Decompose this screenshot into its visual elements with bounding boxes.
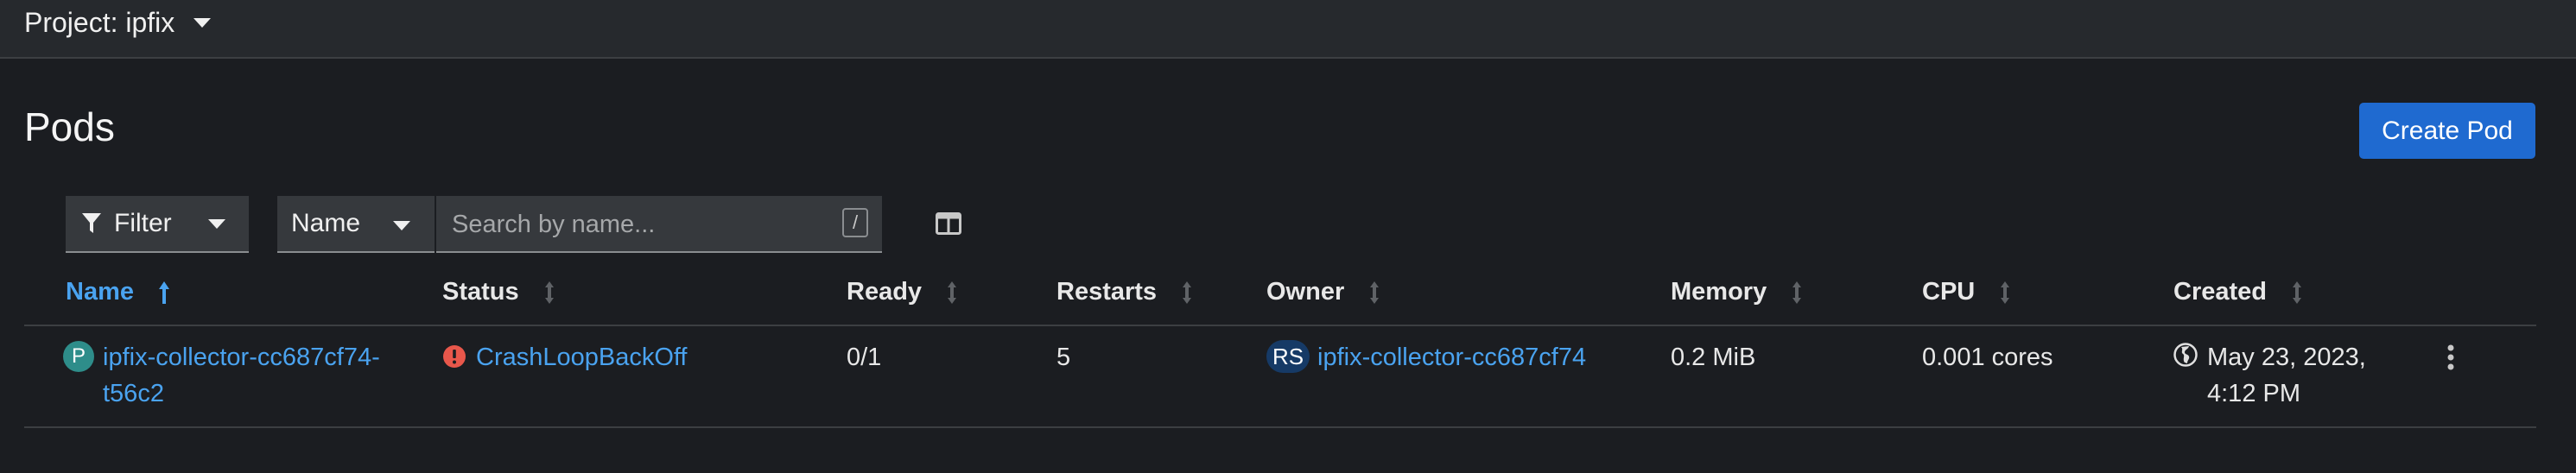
filter-dropdown[interactable]: Filter: [66, 196, 249, 253]
sort-icon: [2293, 281, 2301, 304]
pod-name-part: t56c2: [103, 380, 164, 407]
column-label: Restarts: [1056, 278, 1158, 306]
pod-kind-badge: P: [63, 341, 94, 372]
caret-down-icon: [194, 17, 212, 28]
created-cell: May 23, 2023, 4:12 PM: [2207, 339, 2366, 412]
filter-label: Filter: [114, 209, 172, 237]
create-pod-button[interactable]: Create Pod: [2359, 103, 2535, 159]
restarts-cell: 5: [1056, 344, 1071, 371]
sort-icon: [1183, 281, 1192, 304]
sort-ascending-icon: [159, 281, 169, 304]
created-date: May 23, 2023,: [2207, 344, 2366, 371]
table-header-divider: [24, 325, 2536, 326]
kebab-menu-icon[interactable]: [2441, 342, 2460, 373]
column-label: Owner: [1266, 278, 1345, 306]
memory-cell: 0.2 MiB: [1671, 344, 1756, 371]
column-header-cpu[interactable]: CPU: [1922, 278, 2011, 306]
sort-icon: [948, 281, 957, 304]
columns-icon[interactable]: [936, 212, 961, 235]
error-circle-icon: [443, 345, 466, 368]
owner-cell: ipfix-collector-cc687cf74: [1317, 339, 1586, 375]
sort-icon: [1792, 281, 1802, 304]
created-time: 4:12 PM: [2207, 380, 2300, 407]
status-cell: CrashLoopBackOff: [476, 339, 688, 375]
search-input[interactable]: [450, 205, 816, 244]
pod-name-part: ipfix-collector-cc687cf74-: [103, 344, 380, 371]
caret-down-icon: [207, 218, 225, 229]
sort-icon: [1370, 281, 1380, 304]
cpu-cell: 0.001 cores: [1922, 344, 2053, 371]
status-link[interactable]: CrashLoopBackOff: [476, 344, 688, 371]
column-label: Name: [66, 278, 134, 306]
pod-name-cell: ipfix-collector-cc687cf74- t56c2: [103, 339, 380, 412]
column-header-restarts[interactable]: Restarts: [1056, 278, 1193, 306]
project-label: Project: ipfix: [24, 6, 175, 38]
table-row-divider: [24, 426, 2536, 428]
replicaset-kind-badge: RS: [1266, 340, 1310, 373]
filter-icon: [82, 213, 101, 233]
column-label: Status: [442, 278, 519, 306]
owner-link[interactable]: ipfix-collector-cc687cf74: [1317, 344, 1586, 371]
column-header-status[interactable]: Status: [442, 278, 555, 306]
column-label: Ready: [847, 278, 923, 306]
filter-type-value: Name: [291, 209, 361, 237]
column-header-created[interactable]: Created: [2173, 278, 2303, 306]
column-label: Created: [2173, 278, 2267, 306]
search-field: /: [436, 196, 882, 253]
project-bar: Project: ipfix: [0, 0, 2576, 59]
column-header-memory[interactable]: Memory: [1671, 278, 1803, 306]
column-header-name[interactable]: Name: [66, 278, 170, 306]
project-selector[interactable]: Project: ipfix: [24, 3, 212, 41]
sort-icon: [544, 281, 554, 304]
ready-cell: 0/1: [847, 344, 882, 371]
caret-down-icon: [393, 221, 410, 230]
keyboard-shortcut-hint: /: [842, 208, 868, 237]
column-header-owner[interactable]: Owner: [1266, 278, 1380, 306]
column-label: CPU: [1922, 278, 1976, 306]
sort-icon: [2001, 281, 2010, 304]
filter-type-select[interactable]: Name: [277, 196, 435, 253]
column-label: Memory: [1671, 278, 1767, 306]
column-header-ready[interactable]: Ready: [847, 278, 958, 306]
globe-icon: [2173, 343, 2198, 367]
pod-name-link[interactable]: ipfix-collector-cc687cf74- t56c2: [103, 344, 380, 407]
page-title: Pods: [24, 104, 115, 149]
